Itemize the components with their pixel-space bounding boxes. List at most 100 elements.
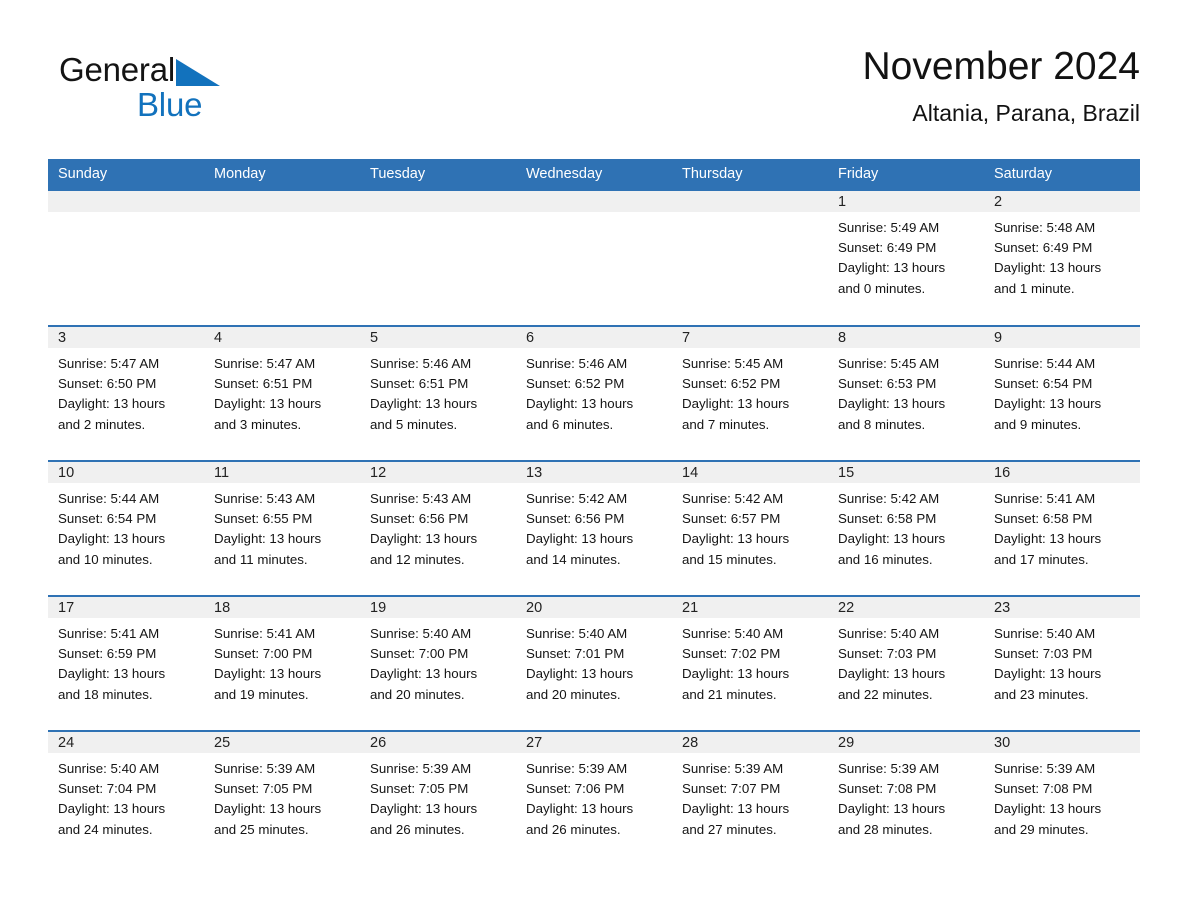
calendar-day-cell[interactable]: 26 Sunrise: 5:39 AM Sunset: 7:05 PM Dayligh… xyxy=(360,730,516,866)
daylight-duration-line2: and 29 minutes. xyxy=(994,821,1089,837)
calendar-day-cell[interactable]: 25 Sunrise: 5:39 AM Sunset: 7:05 PM Dayligh… xyxy=(204,730,360,866)
day-detail: Sunrise: 5:43 AM Sunset: 6:56 PM Daylight:… xyxy=(360,483,516,570)
sunset-time: Sunset: 7:05 PM xyxy=(370,781,469,797)
calendar-day-cell[interactable]: 18 Sunrise: 5:41 AM Sunset: 7:00 PM Dayligh… xyxy=(204,595,360,731)
day-number: 8 xyxy=(828,327,984,348)
weekday-header-friday: Friday xyxy=(828,159,984,191)
calendar-day-cell[interactable]: 13 Sunrise: 5:42 AM Sunset: 6:56 PM Dayligh… xyxy=(516,460,672,596)
calendar-day-cell[interactable]: 17 Sunrise: 5:41 AM Sunset: 6:59 PM Dayligh… xyxy=(48,595,204,731)
sunrise-time: Sunrise: 5:39 AM xyxy=(994,761,1096,776)
calendar-day-cell-empty xyxy=(516,191,672,326)
day-number: 26 xyxy=(360,732,516,753)
calendar-day-cell[interactable]: 2 Sunrise: 5:48 AM Sunset: 6:49 PM Daylight… xyxy=(984,191,1140,326)
day-number: 4 xyxy=(204,327,360,348)
calendar-day-cell[interactable]: 6 Sunrise: 5:46 AM Sunset: 6:52 PM Daylight… xyxy=(516,325,672,461)
calendar-day-cell[interactable]: 10 Sunrise: 5:44 AM Sunset: 6:54 PM Dayligh… xyxy=(48,460,204,596)
sunset-time: Sunset: 6:53 PM xyxy=(838,376,937,392)
sunset-time: Sunset: 6:56 PM xyxy=(370,511,469,527)
sunrise-time: Sunrise: 5:42 AM xyxy=(682,491,784,506)
sunset-time: Sunset: 6:50 PM xyxy=(58,376,157,392)
daylight-duration-line2: and 20 minutes. xyxy=(370,686,465,702)
daylight-duration-line1: Daylight: 13 hours xyxy=(370,801,478,817)
weekday-header-saturday: Saturday xyxy=(984,159,1140,191)
calendar-day-cell-empty xyxy=(48,191,204,326)
calendar-day-cell[interactable]: 4 Sunrise: 5:47 AM Sunset: 6:51 PM Daylight… xyxy=(204,325,360,461)
calendar-day-cell[interactable]: 28 Sunrise: 5:39 AM Sunset: 7:07 PM Dayligh… xyxy=(672,730,828,866)
daylight-duration-line2: and 18 minutes. xyxy=(58,686,153,702)
calendar-day-cell[interactable]: 7 Sunrise: 5:45 AM Sunset: 6:52 PM Daylight… xyxy=(672,325,828,461)
title-block: November 2024 Altania, Parana, Brazil xyxy=(863,44,1141,127)
daylight-duration-line1: Daylight: 13 hours xyxy=(994,801,1102,817)
calendar-day-cell[interactable]: 16 Sunrise: 5:41 AM Sunset: 6:58 PM Dayligh… xyxy=(984,460,1140,596)
calendar-grid-wrapper: Sunday Monday Tuesday Wednesday Thursday… xyxy=(48,159,1140,866)
daylight-duration-line1: Daylight: 13 hours xyxy=(682,666,790,682)
calendar-day-cell[interactable]: 15 Sunrise: 5:42 AM Sunset: 6:58 PM Dayligh… xyxy=(828,460,984,596)
sunset-time: Sunset: 6:49 PM xyxy=(994,240,1093,256)
calendar-day-cell[interactable]: 27 Sunrise: 5:39 AM Sunset: 7:06 PM Dayligh… xyxy=(516,730,672,866)
calendar-day-cell[interactable]: 9 Sunrise: 5:44 AM Sunset: 6:54 PM Daylight… xyxy=(984,325,1140,461)
daylight-duration-line2: and 26 minutes. xyxy=(526,821,621,837)
sunset-time: Sunset: 7:01 PM xyxy=(526,646,625,662)
sunset-time: Sunset: 7:00 PM xyxy=(214,646,313,662)
brand-logo[interactable]: General Blue xyxy=(59,52,259,128)
day-number xyxy=(672,191,828,212)
sunrise-time: Sunrise: 5:44 AM xyxy=(994,356,1096,371)
calendar-week-row: 1 Sunrise: 5:49 AM Sunset: 6:49 PM Daylight… xyxy=(48,191,1140,326)
day-detail: Sunrise: 5:47 AM Sunset: 6:51 PM Daylight:… xyxy=(204,348,360,435)
day-number xyxy=(204,191,360,212)
sunrise-time: Sunrise: 5:40 AM xyxy=(526,626,628,641)
brand-logo-bottom-row: Blue xyxy=(59,87,259,123)
calendar-day-cell[interactable]: 11 Sunrise: 5:43 AM Sunset: 6:55 PM Dayligh… xyxy=(204,460,360,596)
sunset-time: Sunset: 7:06 PM xyxy=(526,781,625,797)
daylight-duration-line2: and 9 minutes. xyxy=(994,416,1082,432)
daylight-duration-line2: and 24 minutes. xyxy=(58,821,153,837)
daylight-duration-line1: Daylight: 13 hours xyxy=(682,531,790,547)
daylight-duration-line2: and 1 minute. xyxy=(994,280,1075,296)
calendar-day-cell[interactable]: 21 Sunrise: 5:40 AM Sunset: 7:02 PM Dayligh… xyxy=(672,595,828,731)
calendar-day-cell[interactable]: 22 Sunrise: 5:40 AM Sunset: 7:03 PM Dayligh… xyxy=(828,595,984,731)
daylight-duration-line2: and 5 minutes. xyxy=(370,416,458,432)
calendar-day-cell[interactable]: 8 Sunrise: 5:45 AM Sunset: 6:53 PM Daylight… xyxy=(828,325,984,461)
calendar-week-row: 17 Sunrise: 5:41 AM Sunset: 6:59 PM Dayligh… xyxy=(48,595,1140,731)
calendar-day-cell[interactable]: 29 Sunrise: 5:39 AM Sunset: 7:08 PM Dayligh… xyxy=(828,730,984,866)
calendar-day-cell[interactable]: 14 Sunrise: 5:42 AM Sunset: 6:57 PM Dayligh… xyxy=(672,460,828,596)
calendar-day-cell-empty xyxy=(672,191,828,326)
day-number: 13 xyxy=(516,462,672,483)
day-number: 5 xyxy=(360,327,516,348)
daylight-duration-line2: and 27 minutes. xyxy=(682,821,777,837)
daylight-duration-line2: and 11 minutes. xyxy=(214,551,308,567)
daylight-duration-line2: and 10 minutes. xyxy=(58,551,153,567)
calendar-day-cell[interactable]: 1 Sunrise: 5:49 AM Sunset: 6:49 PM Daylight… xyxy=(828,191,984,326)
daylight-duration-line2: and 23 minutes. xyxy=(994,686,1089,702)
day-detail: Sunrise: 5:44 AM Sunset: 6:54 PM Daylight:… xyxy=(984,348,1140,435)
day-detail: Sunrise: 5:44 AM Sunset: 6:54 PM Daylight:… xyxy=(48,483,204,570)
calendar-day-cell[interactable]: 12 Sunrise: 5:43 AM Sunset: 6:56 PM Dayligh… xyxy=(360,460,516,596)
sunrise-time: Sunrise: 5:40 AM xyxy=(838,626,940,641)
day-number: 6 xyxy=(516,327,672,348)
daylight-duration-line1: Daylight: 13 hours xyxy=(58,531,166,547)
calendar-day-cell[interactable]: 20 Sunrise: 5:40 AM Sunset: 7:01 PM Dayligh… xyxy=(516,595,672,731)
daylight-duration-line1: Daylight: 13 hours xyxy=(370,396,478,412)
calendar-day-cell[interactable]: 5 Sunrise: 5:46 AM Sunset: 6:51 PM Daylight… xyxy=(360,325,516,461)
day-detail: Sunrise: 5:39 AM Sunset: 7:05 PM Daylight:… xyxy=(204,753,360,840)
calendar-day-cell[interactable]: 24 Sunrise: 5:40 AM Sunset: 7:04 PM Dayligh… xyxy=(48,730,204,866)
calendar-day-cell[interactable]: 23 Sunrise: 5:40 AM Sunset: 7:03 PM Dayligh… xyxy=(984,595,1140,731)
calendar-day-cell[interactable]: 3 Sunrise: 5:47 AM Sunset: 6:50 PM Daylight… xyxy=(48,325,204,461)
day-number: 15 xyxy=(828,462,984,483)
page-title: November 2024 xyxy=(862,45,1141,88)
day-detail: Sunrise: 5:40 AM Sunset: 7:03 PM Daylight:… xyxy=(984,618,1140,705)
day-detail: Sunrise: 5:39 AM Sunset: 7:08 PM Daylight:… xyxy=(828,753,984,840)
day-detail: Sunrise: 5:40 AM Sunset: 7:04 PM Daylight:… xyxy=(48,753,204,840)
day-number: 25 xyxy=(204,732,360,753)
sunrise-time: Sunrise: 5:39 AM xyxy=(526,761,628,776)
calendar-day-cell[interactable]: 19 Sunrise: 5:40 AM Sunset: 7:00 PM Dayligh… xyxy=(360,595,516,731)
day-detail: Sunrise: 5:39 AM Sunset: 7:06 PM Daylight:… xyxy=(516,753,672,840)
calendar-day-cell[interactable]: 30 Sunrise: 5:39 AM Sunset: 7:08 PM Dayligh… xyxy=(984,730,1140,866)
day-detail: Sunrise: 5:40 AM Sunset: 7:02 PM Daylight:… xyxy=(672,618,828,705)
day-detail: Sunrise: 5:40 AM Sunset: 7:01 PM Daylight:… xyxy=(516,618,672,705)
daylight-duration-line2: and 0 minutes. xyxy=(838,280,926,296)
sunrise-time: Sunrise: 5:39 AM xyxy=(838,761,940,776)
sunrise-time: Sunrise: 5:43 AM xyxy=(370,491,472,506)
day-number: 30 xyxy=(984,732,1140,753)
day-number: 3 xyxy=(48,327,204,348)
